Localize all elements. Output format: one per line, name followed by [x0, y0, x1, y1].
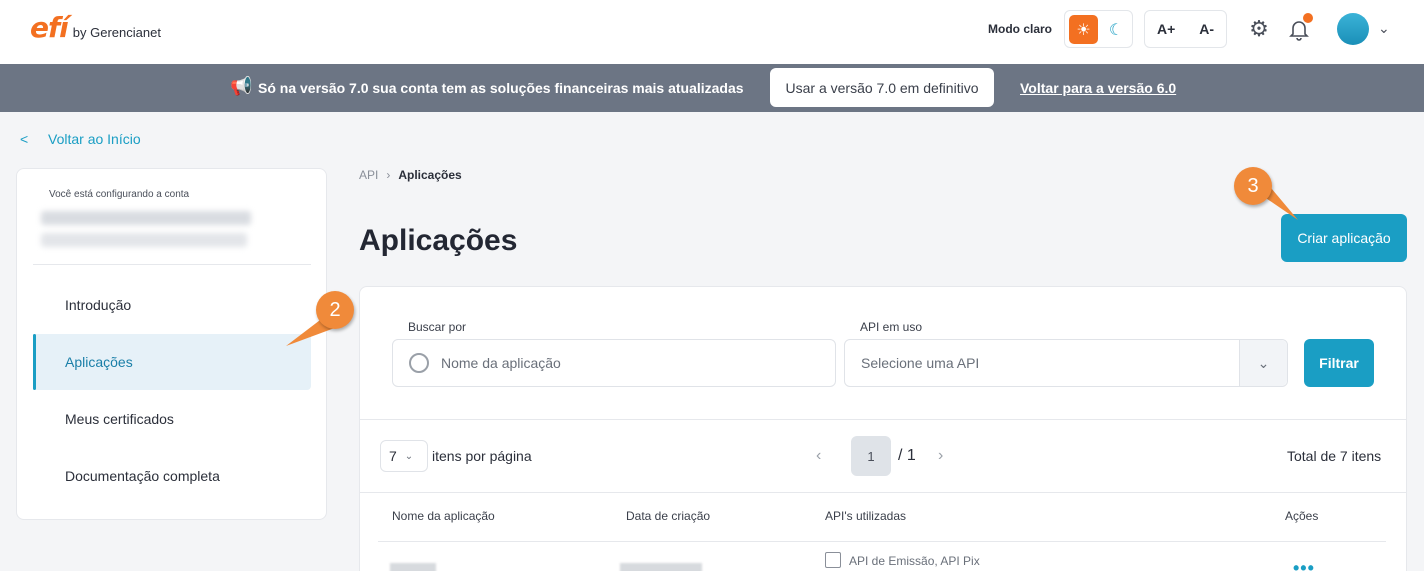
chevron-down-icon: ⌄ — [404, 450, 414, 462]
breadcrumb-parent[interactable]: API — [359, 168, 378, 182]
breadcrumb: API › Aplicações — [359, 168, 462, 182]
step-callout-2: 2 — [316, 291, 354, 329]
back-link-label: Voltar ao Início — [48, 131, 141, 147]
sidebar-item-label: Introdução — [65, 297, 132, 313]
font-size-controls: A+ A- — [1144, 10, 1227, 48]
api-filter-label: API em uso — [860, 320, 923, 334]
api-select[interactable]: Selecione uma API ⌄ — [844, 339, 1288, 387]
per-page-label: itens por página — [432, 448, 532, 464]
font-increase-button[interactable]: A+ — [1157, 21, 1175, 37]
account-name-redacted — [41, 211, 251, 225]
chevron-down-icon[interactable]: ⌄ — [1378, 20, 1390, 37]
avatar[interactable] — [1337, 13, 1369, 45]
search-placeholder: Nome da aplicação — [441, 355, 561, 371]
sidebar-item-label: Meus certificados — [65, 411, 174, 427]
chevron-down-icon[interactable]: ⌄ — [1239, 340, 1287, 386]
per-page-select[interactable]: 7 ⌄ — [380, 440, 428, 472]
divider — [360, 419, 1406, 420]
chevron-left-icon[interactable]: ‹ — [816, 447, 821, 465]
list-icon — [825, 552, 841, 568]
account-caption: Você está configurando a conta — [49, 189, 190, 200]
column-header-name: Nome da aplicação — [392, 509, 495, 523]
apis-used: API de Emissão, API Pix — [849, 554, 980, 568]
theme-mode-label: Modo claro — [988, 22, 1053, 36]
use-version-7-button[interactable]: Usar a versão 7.0 em definitivo — [770, 68, 994, 107]
gear-icon[interactable]: ⚙ — [1247, 17, 1271, 41]
filter-button[interactable]: Filtrar — [1304, 339, 1374, 387]
notification-badge — [1303, 13, 1313, 23]
theme-toggle[interactable]: ☀ ☾ — [1064, 10, 1133, 48]
logo-subtitle: by Gerencianet — [72, 25, 161, 40]
total-pages: / 1 — [898, 447, 916, 464]
divider — [360, 492, 1406, 493]
chevron-right-icon[interactable]: › — [938, 447, 943, 465]
column-header-actions: Ações — [1285, 509, 1319, 523]
font-decrease-button[interactable]: A- — [1199, 21, 1214, 37]
column-header-date: Data de criação — [626, 509, 711, 523]
search-input[interactable]: Nome da aplicação — [392, 339, 836, 387]
divider — [33, 264, 311, 265]
logo[interactable]: efí by Gerencianet — [30, 14, 161, 42]
breadcrumb-separator: › — [386, 168, 391, 182]
back-link[interactable]: < Voltar ao Início — [20, 131, 141, 147]
logo-mark: efí — [30, 11, 69, 44]
breadcrumb-current: Aplicações — [398, 168, 462, 182]
moon-icon[interactable]: ☾ — [1103, 17, 1129, 43]
sun-icon[interactable]: ☀ — [1069, 15, 1098, 44]
sidebar-item-label: Aplicações — [65, 354, 133, 370]
more-actions-icon[interactable]: ••• — [1293, 558, 1315, 571]
current-page[interactable]: 1 — [851, 436, 891, 476]
sidebar-item-label: Documentação completa — [65, 468, 220, 484]
divider — [378, 541, 1386, 542]
chevron-left-icon: < — [20, 131, 29, 147]
sidebar-item-certificados[interactable]: Meus certificados — [33, 391, 311, 447]
account-detail-redacted — [41, 233, 247, 247]
back-to-version-6-link[interactable]: Voltar para a versão 6.0 — [1020, 80, 1176, 96]
per-page-value: 7 — [389, 448, 397, 464]
step-callout-3: 3 — [1234, 167, 1272, 205]
app-name-redacted — [390, 563, 436, 571]
search-label: Buscar por — [408, 320, 467, 334]
total-items: Total de 7 itens — [1287, 448, 1382, 464]
creation-date-redacted — [620, 563, 702, 571]
page-title: Aplicações — [359, 224, 518, 257]
megaphone-icon: 📢 — [230, 76, 253, 96]
banner-message: Só na versão 7.0 sua conta tem as soluçõ… — [258, 80, 744, 96]
search-icon — [409, 353, 429, 373]
sidebar-item-documentacao[interactable]: Documentação completa — [33, 448, 311, 504]
api-select-placeholder: Selecione uma API — [861, 355, 980, 371]
column-header-apis: API's utilizadas — [825, 509, 906, 523]
